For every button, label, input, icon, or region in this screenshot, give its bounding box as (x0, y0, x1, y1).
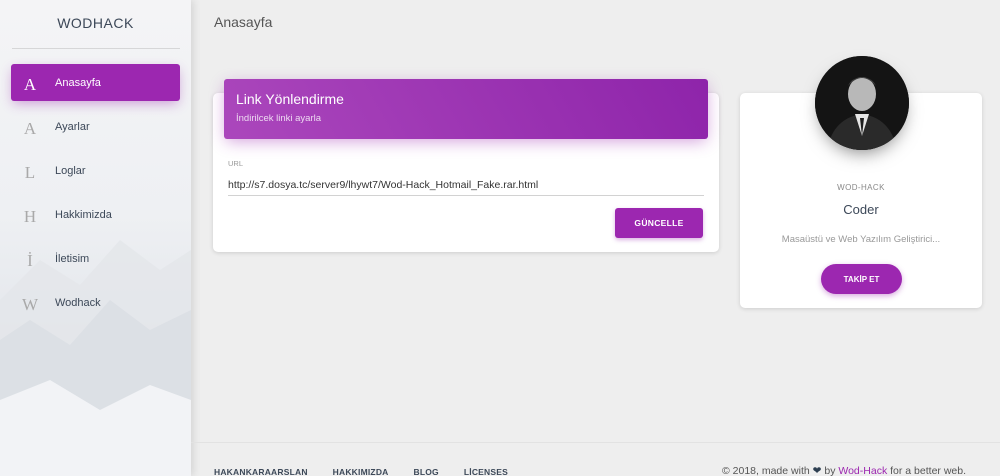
sidebar-item-label: Wodhack (55, 296, 101, 309)
copyright: © 2018, made with ❤ by Wod-Hack for a be… (722, 465, 966, 476)
sidebar-item-wodhack[interactable]: W Wodhack (11, 284, 180, 321)
link-card-subtitle: İndirilcek linki ayarla (236, 113, 322, 124)
update-button[interactable]: GÜNCELLE (615, 208, 703, 238)
footer-link-hakankaraarslan[interactable]: HAKANKARAARSLAN (214, 467, 308, 476)
avatar (815, 56, 909, 150)
sidebar-item-label: İletisim (55, 252, 90, 265)
url-input[interactable] (228, 174, 704, 196)
hakkimizda-icon: H (23, 206, 37, 226)
profile-name: Coder (843, 202, 879, 217)
footer-link-blog[interactable]: BLOG (414, 467, 439, 476)
sidebar-item-anasayfa[interactable]: A Anasayfa (11, 64, 180, 101)
brand-logo[interactable]: WODHACK (0, 0, 191, 48)
profile-role: WOD-HACK (837, 183, 885, 192)
sidebar-item-iletisim[interactable]: İ İletisim (11, 240, 180, 277)
copyright-by: by (824, 465, 836, 476)
footer-link-licenses[interactable]: LİCENSES (464, 467, 508, 476)
copyright-brand-link[interactable]: Wod-Hack (838, 465, 887, 476)
heart-icon: ❤ (812, 465, 822, 476)
anasayfa-icon: A (23, 74, 37, 94)
link-card-header: Link Yönlendirme İndirilcek linki ayarla (224, 79, 708, 139)
sidebar-divider (12, 48, 180, 49)
footer-nav: HAKANKARAARSLAN HAKKIMIZDA BLOG LİCENSES (214, 467, 533, 476)
follow-button[interactable]: TAKİP ET (821, 264, 902, 294)
sidebar-item-hakkimizda[interactable]: H Hakkimizda (11, 196, 180, 233)
ayarlar-icon: A (23, 118, 37, 138)
wodhack-icon: W (21, 294, 39, 314)
sidebar-item-label: Anasayfa (55, 76, 101, 89)
link-card-title: Link Yönlendirme (236, 91, 344, 107)
copyright-prefix: © 2018, made with (722, 465, 810, 476)
footer-link-hakkimizda[interactable]: HAKKIMIZDA (333, 467, 389, 476)
sidebar: WODHACK A Anasayfa A Ayarlar L Loglar H … (0, 0, 191, 476)
sidebar-item-label: Hakkimizda (55, 208, 112, 221)
loglar-icon: L (24, 162, 36, 182)
url-label: URL (228, 159, 244, 168)
sidebar-item-loglar[interactable]: L Loglar (11, 152, 180, 189)
sidebar-item-label: Loglar (55, 164, 86, 177)
page-title[interactable]: Anasayfa (214, 14, 272, 30)
copyright-suffix: for a better web. (890, 465, 966, 476)
sidebar-item-label: Ayarlar (55, 120, 90, 133)
profile-description: Masaüstü ve Web Yazılım Geliştirici... (781, 234, 941, 245)
sidebar-nav: A Anasayfa A Ayarlar L Loglar H Hakkimiz… (11, 64, 180, 328)
sidebar-item-ayarlar[interactable]: A Ayarlar (11, 108, 180, 145)
footer-divider (191, 442, 1000, 443)
avatar-image (815, 56, 909, 150)
iletisim-icon: İ (27, 250, 33, 270)
